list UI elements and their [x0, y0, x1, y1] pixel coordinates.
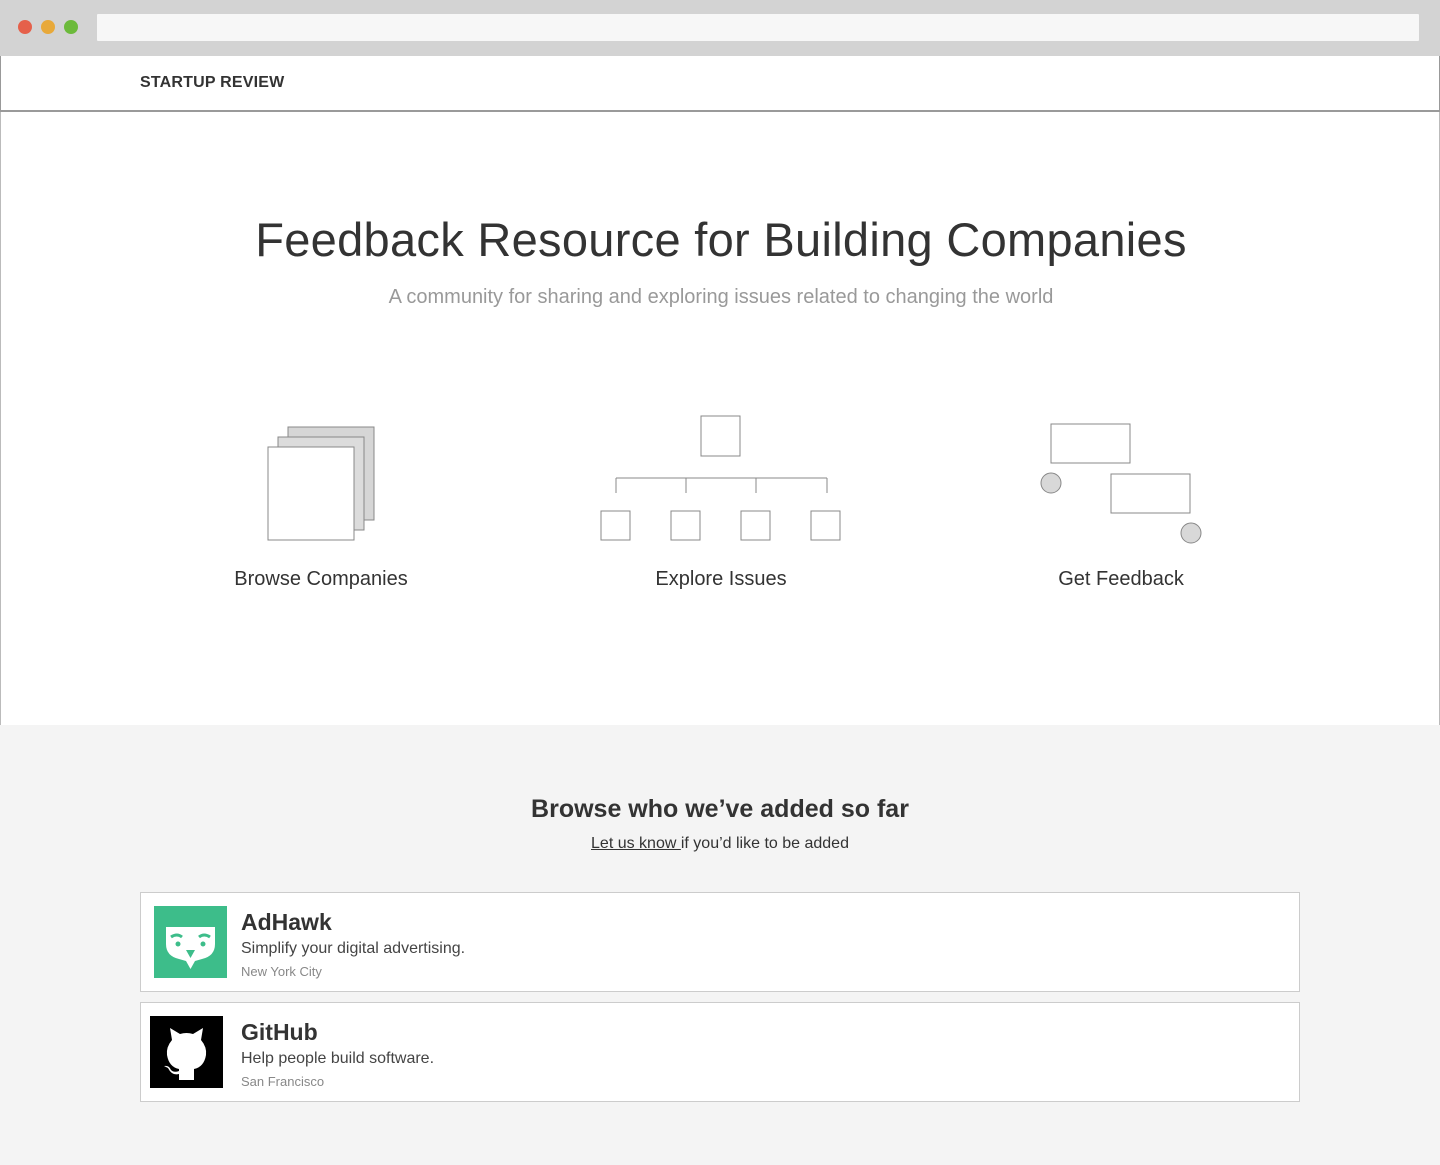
hierarchy-tree-icon[interactable] — [599, 415, 843, 543]
owl-logo-icon — [154, 906, 227, 978]
minimize-window-button[interactable] — [41, 20, 55, 34]
feature-browse-companies[interactable]: Browse Companies — [171, 568, 471, 591]
company-description: Simplify your digital advertising. — [241, 940, 466, 957]
comment-threads-icon[interactable] — [1039, 423, 1205, 545]
feature-explore-issues[interactable]: Explore Issues — [571, 568, 871, 591]
stacked-pages-icon[interactable] — [266, 426, 376, 542]
hero-section: Feedback Resource for Building Companies… — [0, 112, 1440, 725]
company-card-github[interactable]: GitHub Help people build software. San F… — [140, 1002, 1300, 1102]
browse-heading: Browse who we’ve added so far — [531, 795, 909, 823]
octocat-logo-icon — [150, 1016, 223, 1088]
company-card-adhawk[interactable]: AdHawk Simplify your digital advertising… — [140, 892, 1300, 992]
close-window-button[interactable] — [18, 20, 32, 34]
page-title: Feedback Resource for Building Companies — [255, 213, 1187, 266]
company-name[interactable]: AdHawk — [241, 909, 332, 936]
address-bar[interactable] — [97, 14, 1419, 41]
page-subtitle: A community for sharing and exploring is… — [388, 286, 1054, 308]
browse-subtext-suffix: if you’d like to be added — [680, 835, 849, 852]
browser-chrome — [0, 0, 1440, 56]
company-description: Help people build software. — [241, 1050, 435, 1067]
site-header: STARTUP REVIEW — [0, 56, 1440, 112]
browse-subtext: Let us know if you’d like to be added — [0, 835, 1440, 853]
brand-link[interactable]: STARTUP REVIEW — [140, 74, 284, 92]
let-us-know-link[interactable]: Let us know — [591, 835, 681, 852]
feature-get-feedback[interactable]: Get Feedback — [971, 568, 1271, 591]
company-location: New York City — [241, 964, 322, 979]
company-name[interactable]: GitHub — [241, 1019, 318, 1046]
maximize-window-button[interactable] — [64, 20, 78, 34]
company-location: San Francisco — [241, 1074, 325, 1089]
